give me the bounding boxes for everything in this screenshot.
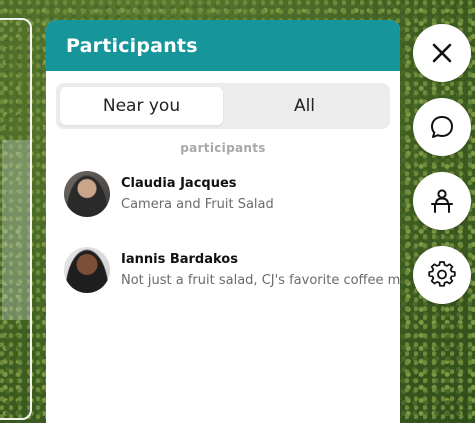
close-button[interactable] xyxy=(413,24,471,82)
participant-row[interactable]: Iannis Bardakos Not just a fruit salad, … xyxy=(46,245,400,295)
avatar xyxy=(64,171,110,217)
close-icon xyxy=(432,43,452,63)
chat-button[interactable] xyxy=(413,98,471,156)
participants-button[interactable] xyxy=(413,172,471,230)
participant-list: Claudia Jacques Camera and Fruit Salad I… xyxy=(46,169,400,295)
avatar xyxy=(64,247,110,293)
participant-name: Claudia Jacques xyxy=(121,176,237,191)
tab-bar: Near you All xyxy=(56,83,390,129)
participant-status: Camera and Fruit Salad xyxy=(121,197,274,212)
section-label: participants xyxy=(180,141,266,155)
participant-text: Claudia Jacques Camera and Fruit Salad xyxy=(121,176,274,212)
participants-panel: Participants Near you All participants C… xyxy=(46,20,400,423)
panel-header: Participants xyxy=(46,20,400,71)
chat-bubble-icon xyxy=(431,116,453,138)
person-at-desk-icon xyxy=(431,189,453,213)
tab-near-you[interactable]: Near you xyxy=(60,87,223,125)
participant-row[interactable]: Claudia Jacques Camera and Fruit Salad xyxy=(46,169,400,219)
tab-all[interactable]: All xyxy=(223,87,386,125)
video-frame-tint xyxy=(2,140,30,320)
participant-name: Iannis Bardakos xyxy=(121,252,238,267)
participant-status: Not just a fruit salad, CJ's favorite co… xyxy=(121,273,400,288)
gear-icon xyxy=(428,261,456,287)
panel-title: Participants xyxy=(66,34,198,57)
participant-text: Iannis Bardakos Not just a fruit salad, … xyxy=(121,252,400,288)
video-frame xyxy=(0,18,32,420)
settings-button[interactable] xyxy=(413,246,471,304)
